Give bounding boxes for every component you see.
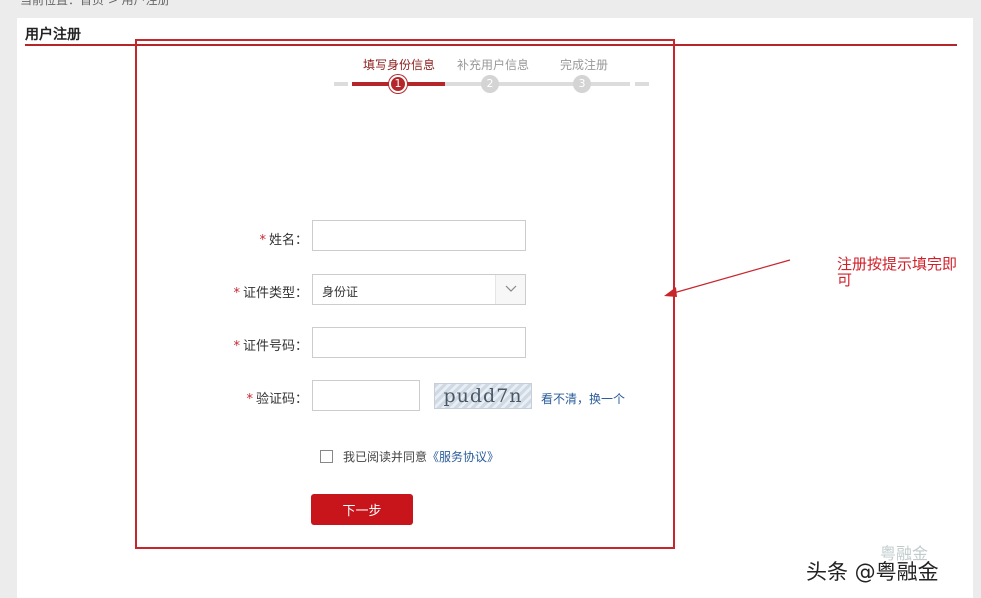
step-track-end — [635, 82, 649, 86]
watermark: 头条 @粤融金 — [806, 560, 939, 584]
step-3-dot: 3 — [573, 75, 591, 93]
id-number-label: * 证件号码： — [233, 339, 308, 354]
annotation-text: 注册按提示填完即可 — [837, 255, 958, 289]
step-track-2-3 — [445, 82, 630, 86]
name-label: * 姓名： — [259, 233, 308, 248]
captcha-input[interactable] — [312, 380, 420, 411]
agreement-text: 我已阅读并同意《服务协议》 — [343, 450, 500, 464]
required-mark: * — [233, 286, 240, 301]
chevron-down-icon[interactable] — [495, 275, 525, 304]
next-step-button[interactable]: 下一步 — [311, 494, 413, 525]
captcha-label: * 验证码： — [246, 392, 308, 407]
agreement-checkbox[interactable] — [320, 450, 333, 463]
step-3-label: 完成注册 — [560, 58, 609, 72]
name-input[interactable] — [312, 220, 526, 251]
breadcrumb: 当前位置：首页 > 用户注册 — [20, 0, 170, 7]
captcha-refresh-link[interactable]: 看不清，换一个 — [541, 390, 625, 407]
required-mark: * — [246, 392, 253, 407]
step-1-label: 填写身份信息 — [363, 58, 436, 72]
required-mark: * — [233, 339, 240, 354]
step-track-start — [334, 82, 348, 86]
captcha-image[interactable]: pudd7n — [434, 383, 532, 409]
step-1-dot: 1 — [389, 75, 407, 93]
page-title: 用户注册 — [25, 27, 81, 43]
id-number-input[interactable] — [312, 327, 526, 358]
id-type-label: * 证件类型： — [233, 286, 308, 301]
service-agreement-link[interactable]: 《服务协议》 — [427, 450, 499, 464]
step-2-dot: 2 — [481, 75, 499, 93]
id-type-value: 身份证 — [322, 285, 359, 299]
id-type-select[interactable]: 身份证 — [312, 274, 526, 305]
step-2-label: 补充用户信息 — [457, 58, 530, 72]
required-mark: * — [259, 233, 266, 248]
